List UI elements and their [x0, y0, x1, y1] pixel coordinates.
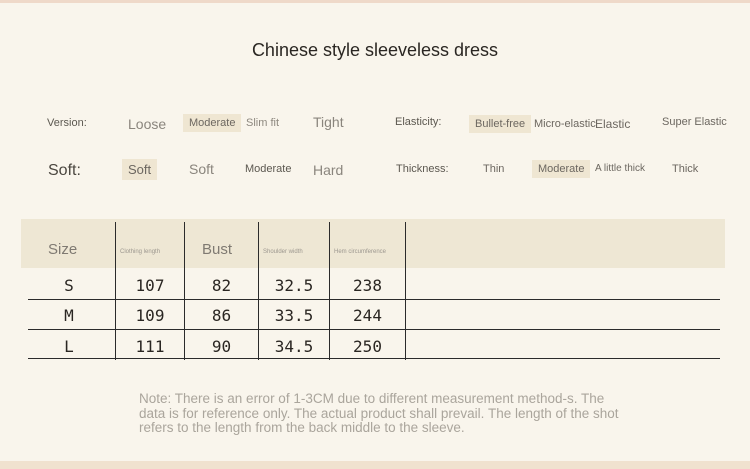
table-cell-length: 111	[135, 337, 165, 356]
thickness-option-a-little-thick: A little thick	[595, 163, 646, 174]
elasticity-option-elastic: Elastic	[595, 117, 631, 131]
header-hem-circumference: Hem circumference	[334, 249, 387, 255]
header-clothing-length: Clothing length	[120, 249, 161, 255]
soft-option-hard: Hard	[313, 162, 344, 178]
table-cell-shoulder: 34.5	[274, 337, 314, 356]
row-divider	[28, 358, 720, 359]
header-size: Size	[48, 241, 78, 258]
elasticity-label: Elasticity:	[395, 116, 442, 128]
page-title: Chinese style sleeveless dress	[251, 40, 499, 60]
top-border	[0, 0, 750, 3]
version-label: Version:	[47, 117, 87, 129]
soft-option-soft: Soft	[189, 161, 214, 177]
column-divider	[405, 222, 406, 360]
table-cell-bust: 86	[211, 306, 232, 325]
elasticity-option-micro-elastic: Micro-elastic	[534, 118, 596, 130]
bottom-border	[0, 461, 750, 469]
elasticity-option-bullet-free-selected: Bullet-free	[469, 115, 532, 133]
version-option-loose: Loose	[128, 116, 167, 132]
version-option-moderate-selected: Moderate	[183, 114, 242, 132]
version-option-slim-fit: Slim fit	[246, 117, 279, 129]
header-shoulder-width: Shoulder width	[263, 249, 303, 255]
table-cell-shoulder: 33.5	[274, 306, 314, 325]
thickness-option-moderate-selected: Moderate	[532, 160, 591, 178]
thickness-option-thin: Thin	[483, 163, 505, 175]
table-cell-size: M	[64, 306, 74, 325]
soft-option-soft-selected: Soft	[122, 159, 158, 180]
row-divider	[28, 299, 720, 300]
table-cell-shoulder: 32.5	[274, 276, 314, 295]
measurement-note: Note: There is an error of 1-3CM due to …	[139, 391, 619, 435]
size-table-header-band	[21, 219, 725, 268]
thickness-option-thick: Thick	[672, 163, 699, 175]
table-cell-hem: 244	[353, 306, 382, 325]
table-cell-size: L	[64, 337, 74, 356]
table-cell-bust: 90	[211, 337, 232, 356]
soft-label: Soft:	[48, 162, 81, 179]
table-cell-hem: 238	[353, 276, 382, 295]
version-option-tight: Tight	[313, 114, 344, 130]
row-divider	[28, 329, 720, 330]
table-cell-hem: 250	[353, 337, 382, 356]
soft-option-moderate: Moderate	[245, 163, 292, 175]
table-cell-size: S	[64, 276, 74, 295]
table-cell-length: 107	[135, 276, 165, 295]
thickness-label: Thickness:	[396, 163, 449, 175]
table-cell-length: 109	[135, 306, 165, 325]
size-chart-card: Chinese style sleeveless dress Version: …	[0, 0, 750, 469]
elasticity-option-super-elastic: Super Elastic	[662, 116, 727, 128]
table-cell-bust: 82	[211, 276, 232, 295]
header-bust: Bust	[202, 241, 233, 258]
